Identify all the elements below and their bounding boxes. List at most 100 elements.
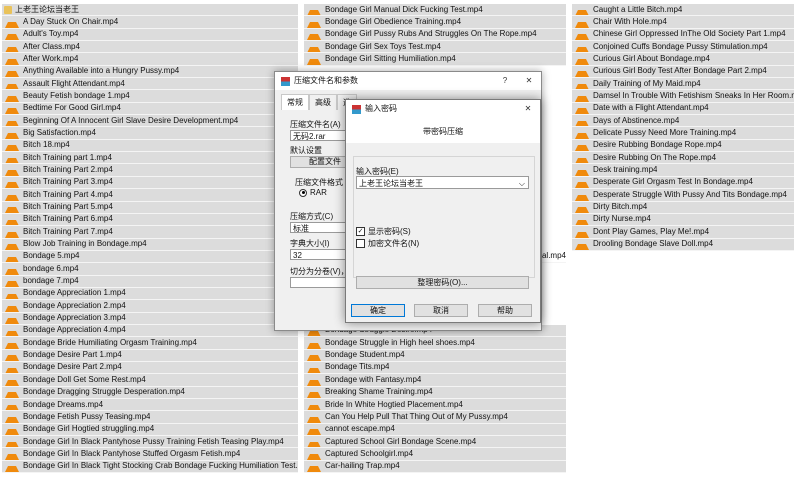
file-item[interactable]: Desperate Struggle With Pussy And Tits B… — [572, 189, 794, 202]
file-item[interactable]: Drooling Bondage Slave Doll.mp4 — [572, 238, 794, 251]
file-item[interactable]: Bitch Training Part 7.mp4 — [2, 226, 298, 239]
vlc-cone-icon — [4, 436, 20, 448]
file-item[interactable]: Desire Rubbing On The Rope.mp4 — [572, 152, 794, 165]
vlc-cone-icon — [574, 53, 590, 65]
file-item[interactable]: Bondage Girl In Black Pantyhose Pussy Tr… — [2, 436, 298, 449]
file-item[interactable]: Anything Available into a Hungry Pussy.m… — [2, 65, 298, 79]
file-item[interactable]: Desire Rubbing Bondage Rope.mp4 — [572, 139, 794, 153]
file-item[interactable]: Chair With Hole.mp4 — [572, 16, 794, 29]
file-item[interactable]: After Work.mp4 — [2, 53, 298, 66]
help-button[interactable]: 帮助 — [478, 304, 532, 317]
tab-general[interactable]: 常规 — [281, 94, 309, 110]
file-item[interactable]: Bitch 18.mp4 — [2, 139, 298, 153]
file-item[interactable]: After Class.mp4 — [2, 41, 298, 54]
file-item[interactable]: Bondage Girl Manual Dick Fucking Test.mp… — [304, 4, 566, 17]
file-item[interactable]: Captured School Girl Bondage Scene.mp4 — [304, 436, 566, 449]
file-item[interactable]: Chinese Girl Oppressed InThe Old Society… — [572, 28, 794, 42]
file-item[interactable]: Days of Abstinence.mp4 — [572, 115, 794, 128]
cancel-button[interactable]: 取消 — [414, 304, 468, 317]
ok-button[interactable]: 确定 — [351, 304, 405, 317]
file-item[interactable]: Dirty Bitch.mp4 — [572, 201, 794, 214]
file-name: Bondage Girl In Black Pantyhose Stuffed … — [23, 448, 241, 458]
password-input[interactable]: 上老王论坛当老王 ⌵ — [356, 176, 529, 189]
file-item[interactable]: cannot escape.mp4 — [304, 423, 566, 437]
password-dialog-titlebar[interactable]: 输入密码 ✕ — [346, 100, 540, 118]
file-item[interactable]: Bondage Fetish Pussy Teasing.mp4 — [2, 411, 298, 424]
archive-dialog-titlebar[interactable]: 压缩文件名和参数 ? ✕ — [275, 72, 541, 90]
file-item[interactable]: Bondage Appreciation 4.mp4 — [2, 324, 298, 338]
file-item[interactable]: Bondage Girl Sex Toys Test.mp4 — [304, 41, 566, 54]
format-rar-radio[interactable]: RAR — [299, 188, 327, 197]
file-item[interactable]: Captured Schoolgirl.mp4 — [304, 448, 566, 461]
file-item[interactable]: Bondage Struggle in High heel shoes.mp4 — [304, 337, 566, 350]
file-item[interactable]: Bitch Training Part 6.mp4 — [2, 213, 298, 227]
file-item[interactable]: Bondage Tits.mp4 — [304, 361, 566, 375]
file-item[interactable]: Bitch Training Part 3.mp4 — [2, 176, 298, 190]
file-item[interactable]: Bondage Student.mp4 — [304, 349, 566, 362]
archive-dialog-title: 压缩文件名和参数 — [294, 76, 358, 85]
chevron-down-icon[interactable]: ⌵ — [519, 177, 525, 190]
file-item[interactable]: Dont Play Games, Play Me!.mp4 — [572, 226, 794, 239]
file-item[interactable]: Bondage Appreciation 3.mp4 — [2, 312, 298, 325]
vlc-cone-icon — [306, 337, 322, 349]
file-item[interactable]: Desk training.mp4 — [572, 164, 794, 177]
file-item[interactable]: Delicate Pussy Need More Training.mp4 — [572, 127, 794, 140]
file-item[interactable]: Curious Girl About Bondage.mp4 — [572, 53, 794, 66]
file-item[interactable]: Bondage Dreams.mp4 — [2, 399, 298, 412]
file-item[interactable]: Bondage Desire Part 1.mp4 — [2, 349, 298, 362]
file-item[interactable]: Daily Training of My Maid.mp4 — [572, 78, 794, 91]
file-item[interactable]: Damsel In Trouble With Fetishism Sneaks … — [572, 90, 794, 103]
file-item[interactable]: Bondage Appreciation 2.mp4 — [2, 300, 298, 313]
file-item[interactable]: Beauty Fetish bondage 1.mp4 — [2, 90, 298, 103]
file-item[interactable]: Bondage Doll Get Some Rest.mp4 — [2, 374, 298, 387]
file-item[interactable]: Bondage Girl Pussy Rubs And Struggles On… — [304, 28, 566, 42]
file-item[interactable]: Bondage Appreciation 1.mp4 — [2, 287, 298, 301]
tab-advanced[interactable]: 高级 — [309, 94, 337, 110]
file-item[interactable]: Big Satisfaction.mp4 — [2, 127, 298, 140]
file-item[interactable]: Bondage Bride Humiliating Orgasm Trainin… — [2, 337, 298, 350]
file-item[interactable]: Conjoined Cuffs Bondage Pussy Stimulatio… — [572, 41, 794, 54]
file-item[interactable]: Bondage 5.mp4 — [2, 250, 298, 264]
file-item[interactable]: Caught a Little Bitch.mp4 — [572, 4, 794, 17]
file-item[interactable]: Assault Flight Attendant.mp4 — [2, 78, 298, 91]
help-icon[interactable]: ? — [493, 72, 517, 90]
file-item[interactable]: bondage 7.mp4 — [2, 275, 298, 288]
file-item[interactable]: Bitch Training Part 2.mp4 — [2, 164, 298, 177]
file-name: Adult's Toy.mp4 — [23, 29, 79, 39]
file-item[interactable]: bondage 6.mp4 — [2, 263, 298, 276]
file-item[interactable]: Curious Girl Body Test After Bondage Par… — [572, 65, 794, 79]
file-item[interactable]: Desperate Girl Orgasm Test In Bondage.mp… — [572, 176, 794, 190]
format-label: 压缩文件格式 — [295, 178, 343, 187]
file-item[interactable]: Bondage Girl In Black Pantyhose Stuffed … — [2, 448, 298, 461]
file-item[interactable]: Beginning Of A Innocent Girl Slave Desir… — [2, 115, 298, 128]
file-item[interactable]: Bondage Dragging Struggle Desperation.mp… — [2, 386, 298, 399]
file-item[interactable]: Bondage Desire Part 2.mp4 — [2, 361, 298, 375]
file-item[interactable]: Car-hailing Trap.mp4 — [304, 460, 566, 474]
file-item[interactable]: Bedtime For Good Girl.mp4 — [2, 102, 298, 116]
file-item[interactable]: Bondage with Fantasy.mp4 — [304, 374, 566, 387]
show-password-checkbox[interactable]: ✓ 显示密码(S) — [356, 226, 411, 237]
encrypt-names-checkbox[interactable]: 加密文件名(N) — [356, 238, 419, 249]
close-icon[interactable]: ✕ — [517, 72, 541, 90]
vlc-cone-icon — [4, 461, 20, 473]
file-item[interactable]: Blow Job Training in Bondage.mp4 — [2, 238, 298, 251]
file-item[interactable]: Can You Help Pull That Thing Out of My P… — [304, 411, 566, 424]
file-item[interactable]: Bondage Girl Hogtied struggling.mp4 — [2, 423, 298, 437]
file-item[interactable]: Breaking Shame Training.mp4 — [304, 386, 566, 399]
file-item[interactable]: 上老王论坛当老王 — [2, 4, 298, 17]
close-icon[interactable]: ✕ — [516, 100, 540, 118]
file-item[interactable]: A Day Stuck On Chair.mp4 — [2, 16, 298, 29]
file-name: Conjoined Cuffs Bondage Pussy Stimulatio… — [593, 41, 768, 51]
file-item[interactable]: Bitch Training part 1.mp4 — [2, 152, 298, 165]
file-item[interactable]: Bride In White Hogtied Placement.mp4 — [304, 399, 566, 412]
file-item[interactable]: Bondage Girl In Black Tight Stocking Cra… — [2, 460, 298, 474]
file-item[interactable]: Bondage Girl Sitting Humiliation.mp4 — [304, 53, 566, 66]
manage-passwords-button[interactable]: 整理密码(O)... — [356, 276, 529, 289]
file-item[interactable]: Dirty Nurse.mp4 — [572, 213, 794, 227]
file-item[interactable]: Adult's Toy.mp4 — [2, 28, 298, 42]
file-item[interactable]: Bondage Girl Obedience Training.mp4 — [304, 16, 566, 29]
file-item[interactable]: Bitch Training Part 4.mp4 — [2, 189, 298, 202]
checkbox-checked-icon: ✓ — [356, 227, 365, 236]
file-item[interactable]: Date with a Flight Attendant.mp4 — [572, 102, 794, 116]
file-item[interactable]: Bitch Training Part 5.mp4 — [2, 201, 298, 214]
